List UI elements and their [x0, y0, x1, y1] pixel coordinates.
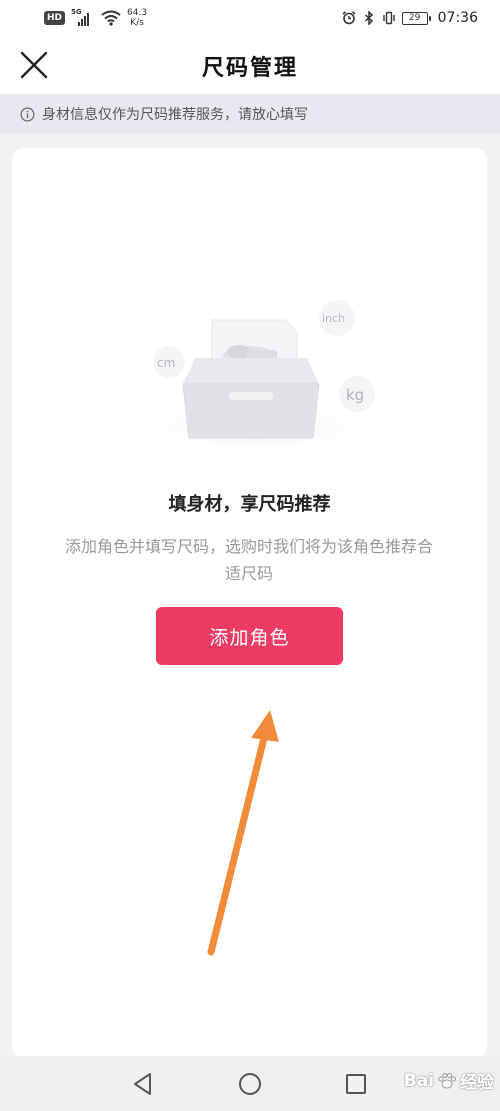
cm-label: cm [157, 356, 175, 370]
arrow-annotation [207, 710, 279, 956]
bluetooth-icon [364, 11, 373, 25]
paw-icon [438, 1072, 456, 1088]
empty-state-title: 填身材，享尺码推荐 [168, 494, 331, 515]
inch-label: inch [322, 312, 345, 325]
notice-text: 身材信息仅作为尺码推荐服务，请放心填写 [42, 107, 308, 123]
battery-icon: 29 [401, 11, 431, 25]
system-nav-bar: Bai 经验 [0, 1056, 500, 1111]
baidu-jingyan-watermark: Bai 经验 [403, 1068, 494, 1094]
status-left: HD 5G 64.3 K/s [44, 5, 147, 31]
cellular-signal-icon: 5G [71, 8, 95, 26]
network-speed: 64.3 K/s [127, 8, 147, 28]
kg-label: kg [346, 386, 364, 404]
hd-badge: HD [44, 11, 66, 25]
empty-state-description: 添加角色并填写尺码，选购时我们将为该角色推荐合适尺码 [64, 537, 433, 583]
header: 尺码管理 [0, 36, 500, 94]
watermark-text-b: 经验 [460, 1073, 494, 1093]
speed-value: 64.3 [127, 8, 148, 18]
page-title: 尺码管理 [201, 55, 298, 81]
watermark-text-a: Bai [403, 1070, 434, 1091]
status-bar: HD 5G 64.3 K/s 29 07:36 [0, 0, 500, 36]
back-triangle-icon[interactable] [130, 1071, 156, 1097]
notice-bar: 身材信息仅作为尺码推荐服务，请放心填写 [0, 94, 500, 134]
recent-square-icon[interactable] [343, 1071, 369, 1097]
speed-unit: K/s [130, 18, 144, 28]
measuring-box-illustration: cm inch kg [117, 300, 397, 458]
add-role-button[interactable]: 添加角色 [156, 607, 343, 665]
status-right: 29 07:36 [342, 5, 478, 31]
home-circle-icon[interactable] [237, 1071, 263, 1097]
info-icon [20, 107, 35, 121]
clock: 07:36 [437, 10, 478, 26]
wifi-icon [101, 10, 121, 26]
vibrate-icon [382, 11, 395, 25]
alarm-icon [342, 11, 356, 25]
